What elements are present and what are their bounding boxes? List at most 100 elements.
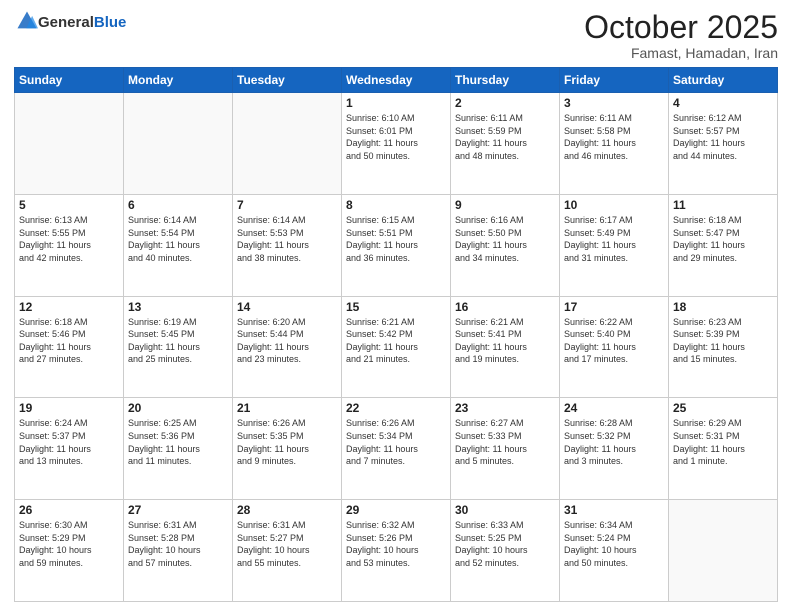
location: Famast, Hamadan, Iran: [584, 45, 778, 61]
weekday-header-tuesday: Tuesday: [233, 68, 342, 93]
day-cell-8: 8 Sunrise: 6:15 AM Sunset: 5:51 PM Daylig…: [342, 194, 451, 296]
day-info: Sunrise: 6:12 AM Sunset: 5:57 PM Dayligh…: [673, 112, 773, 162]
day-cell-14: 14 Sunrise: 6:20 AM Sunset: 5:44 PM Dayli…: [233, 296, 342, 398]
logo-icon: [16, 10, 38, 32]
weekday-header-monday: Monday: [124, 68, 233, 93]
day-cell-3: 3 Sunrise: 6:11 AM Sunset: 5:58 PM Daylig…: [560, 93, 669, 195]
day-number: 7: [237, 198, 337, 212]
day-info: Sunrise: 6:20 AM Sunset: 5:44 PM Dayligh…: [237, 316, 337, 366]
day-cell-7: 7Sunrise: 6:14 AM Sunset: 5:53 PM Daylig…: [233, 194, 342, 296]
day-cell-10: 10Sunrise: 6:17 AM Sunset: 5:49 PM Dayli…: [560, 194, 669, 296]
week-row-4: 19 Sunrise: 6:24 AM Sunset: 5:37 PM Dayli…: [15, 398, 778, 500]
day-number: 20: [128, 401, 228, 415]
day-info: Sunrise: 6:13 AM Sunset: 5:55 PM Dayligh…: [19, 214, 119, 264]
day-info: Sunrise: 6:26 AM Sunset: 5:34 PM Dayligh…: [346, 417, 446, 467]
day-number: 4: [673, 96, 773, 110]
day-cell-26: 26Sunrise: 6:30 AM Sunset: 5:29 PM Dayli…: [15, 500, 124, 602]
day-number: 22: [346, 401, 446, 415]
day-number: 18: [673, 300, 773, 314]
day-info: Sunrise: 6:22 AM Sunset: 5:40 PM Dayligh…: [564, 316, 664, 366]
day-number: 19: [19, 401, 119, 415]
day-cell-28: 28 Sunrise: 6:31 AM Sunset: 5:27 PM Dayli…: [233, 500, 342, 602]
weekday-header-sunday: Sunday: [15, 68, 124, 93]
logo-general: General: [38, 14, 94, 31]
weekday-header-friday: Friday: [560, 68, 669, 93]
week-row-2: 5 Sunrise: 6:13 AM Sunset: 5:55 PM Daylig…: [15, 194, 778, 296]
day-cell-1: 1Sunrise: 6:10 AM Sunset: 6:01 PM Daylig…: [342, 93, 451, 195]
day-cell-16: 16Sunrise: 6:21 AM Sunset: 5:41 PM Dayli…: [451, 296, 560, 398]
day-cell-24: 24 Sunrise: 6:28 AM Sunset: 5:32 PM Dayli…: [560, 398, 669, 500]
day-cell-12: 12 Sunrise: 6:18 AM Sunset: 5:46 PM Dayli…: [15, 296, 124, 398]
day-cell-22: 22 Sunrise: 6:26 AM Sunset: 5:34 PM Dayli…: [342, 398, 451, 500]
day-number: 12: [19, 300, 119, 314]
day-cell-18: 18 Sunrise: 6:23 AM Sunset: 5:39 PM Dayli…: [669, 296, 778, 398]
logo-text: GeneralBlue: [38, 15, 126, 32]
day-info: Sunrise: 6:34 AM Sunset: 5:24 PM Dayligh…: [564, 519, 664, 569]
day-info: Sunrise: 6:23 AM Sunset: 5:39 PM Dayligh…: [673, 316, 773, 366]
calendar: SundayMondayTuesdayWednesdayThursdayFrid…: [14, 67, 778, 602]
week-row-5: 26Sunrise: 6:30 AM Sunset: 5:29 PM Dayli…: [15, 500, 778, 602]
day-info: Sunrise: 6:27 AM Sunset: 5:33 PM Dayligh…: [455, 417, 555, 467]
day-info: Sunrise: 6:11 AM Sunset: 5:59 PM Dayligh…: [455, 112, 555, 162]
day-cell-15: 15 Sunrise: 6:21 AM Sunset: 5:42 PM Dayli…: [342, 296, 451, 398]
day-info: Sunrise: 6:31 AM Sunset: 5:28 PM Dayligh…: [128, 519, 228, 569]
day-info: Sunrise: 6:21 AM Sunset: 5:42 PM Dayligh…: [346, 316, 446, 366]
month-title: October 2025: [584, 10, 778, 45]
day-info: Sunrise: 6:11 AM Sunset: 5:58 PM Dayligh…: [564, 112, 664, 162]
day-cell-21: 21 Sunrise: 6:26 AM Sunset: 5:35 PM Dayli…: [233, 398, 342, 500]
day-number: 27: [128, 503, 228, 517]
title-area: October 2025 Famast, Hamadan, Iran: [584, 10, 778, 61]
weekday-header-row: SundayMondayTuesdayWednesdayThursdayFrid…: [15, 68, 778, 93]
day-info: Sunrise: 6:24 AM Sunset: 5:37 PM Dayligh…: [19, 417, 119, 467]
day-info: Sunrise: 6:33 AM Sunset: 5:25 PM Dayligh…: [455, 519, 555, 569]
day-info: Sunrise: 6:25 AM Sunset: 5:36 PM Dayligh…: [128, 417, 228, 467]
day-number: 23: [455, 401, 555, 415]
day-cell-5: 5 Sunrise: 6:13 AM Sunset: 5:55 PM Daylig…: [15, 194, 124, 296]
day-number: 6: [128, 198, 228, 212]
day-info: Sunrise: 6:18 AM Sunset: 5:46 PM Dayligh…: [19, 316, 119, 366]
day-number: 17: [564, 300, 664, 314]
day-cell-19: 19 Sunrise: 6:24 AM Sunset: 5:37 PM Dayli…: [15, 398, 124, 500]
header: GeneralBlue October 2025 Famast, Hamadan…: [14, 10, 778, 61]
day-number: 26: [19, 503, 119, 517]
day-number: 31: [564, 503, 664, 517]
day-number: 9: [455, 198, 555, 212]
day-number: 25: [673, 401, 773, 415]
day-info: Sunrise: 6:17 AM Sunset: 5:49 PM Dayligh…: [564, 214, 664, 264]
day-info: Sunrise: 6:19 AM Sunset: 5:45 PM Dayligh…: [128, 316, 228, 366]
day-number: 14: [237, 300, 337, 314]
day-number: 15: [346, 300, 446, 314]
day-number: 2: [455, 96, 555, 110]
day-number: 24: [564, 401, 664, 415]
day-info: Sunrise: 6:14 AM Sunset: 5:54 PM Dayligh…: [128, 214, 228, 264]
day-cell-23: 23 Sunrise: 6:27 AM Sunset: 5:33 PM Dayli…: [451, 398, 560, 500]
day-number: 1: [346, 96, 446, 110]
day-number: 3: [564, 96, 664, 110]
day-cell-4: 4 Sunrise: 6:12 AM Sunset: 5:57 PM Daylig…: [669, 93, 778, 195]
empty-cell: [233, 93, 342, 195]
day-cell-6: 6 Sunrise: 6:14 AM Sunset: 5:54 PM Daylig…: [124, 194, 233, 296]
day-info: Sunrise: 6:16 AM Sunset: 5:50 PM Dayligh…: [455, 214, 555, 264]
day-number: 11: [673, 198, 773, 212]
day-cell-25: 25Sunrise: 6:29 AM Sunset: 5:31 PM Dayli…: [669, 398, 778, 500]
day-number: 30: [455, 503, 555, 517]
day-cell-30: 30 Sunrise: 6:33 AM Sunset: 5:25 PM Dayli…: [451, 500, 560, 602]
day-number: 21: [237, 401, 337, 415]
weekday-header-thursday: Thursday: [451, 68, 560, 93]
logo-blue: Blue: [94, 14, 127, 31]
day-info: Sunrise: 6:26 AM Sunset: 5:35 PM Dayligh…: [237, 417, 337, 467]
day-cell-11: 11 Sunrise: 6:18 AM Sunset: 5:47 PM Dayli…: [669, 194, 778, 296]
weekday-header-saturday: Saturday: [669, 68, 778, 93]
week-row-3: 12 Sunrise: 6:18 AM Sunset: 5:46 PM Dayli…: [15, 296, 778, 398]
day-info: Sunrise: 6:15 AM Sunset: 5:51 PM Dayligh…: [346, 214, 446, 264]
day-cell-17: 17 Sunrise: 6:22 AM Sunset: 5:40 PM Dayli…: [560, 296, 669, 398]
day-cell-20: 20 Sunrise: 6:25 AM Sunset: 5:36 PM Dayli…: [124, 398, 233, 500]
empty-cell: [15, 93, 124, 195]
day-info: Sunrise: 6:18 AM Sunset: 5:47 PM Dayligh…: [673, 214, 773, 264]
day-info: Sunrise: 6:28 AM Sunset: 5:32 PM Dayligh…: [564, 417, 664, 467]
day-cell-29: 29Sunrise: 6:32 AM Sunset: 5:26 PM Dayli…: [342, 500, 451, 602]
day-info: Sunrise: 6:31 AM Sunset: 5:27 PM Dayligh…: [237, 519, 337, 569]
day-number: 5: [19, 198, 119, 212]
day-number: 8: [346, 198, 446, 212]
day-number: 28: [237, 503, 337, 517]
